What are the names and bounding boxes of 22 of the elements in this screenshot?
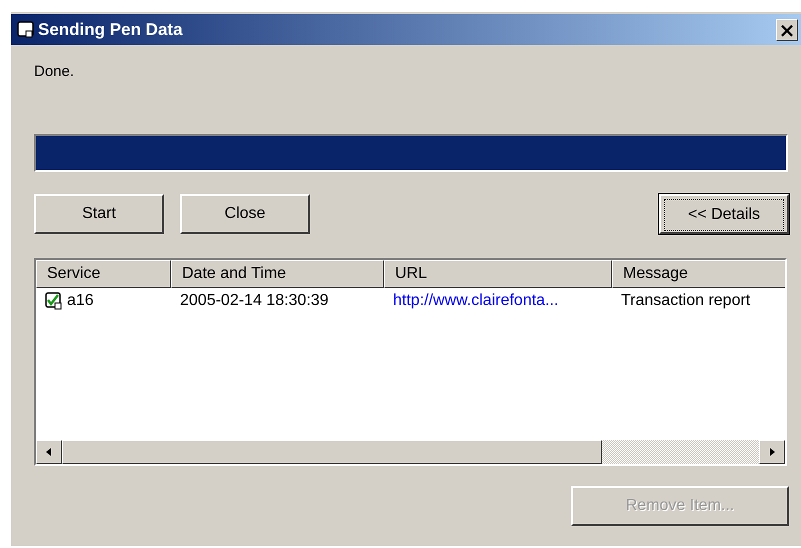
url-link[interactable]: http://www.clairefonta...: [393, 292, 558, 310]
table-cell: Transaction report: [621, 292, 750, 310]
details-button[interactable]: << Details: [659, 194, 789, 234]
scroll-left-button[interactable]: [36, 440, 62, 464]
right-arrow-icon: [768, 447, 776, 457]
window-icon: [17, 20, 35, 38]
table-cell: 2005-02-14 18:30:39: [180, 292, 329, 310]
status-text: Done.: [34, 63, 76, 82]
horizontal-scrollbar[interactable]: [36, 440, 785, 464]
close-button[interactable]: ×: [776, 18, 798, 40]
column-header[interactable]: Service: [36, 260, 171, 288]
window-title: Sending Pen Data: [38, 20, 184, 40]
left-arrow-icon: [45, 447, 53, 457]
scroll-right-button[interactable]: [759, 440, 785, 464]
column-header[interactable]: Date and Time: [171, 260, 384, 288]
column-header[interactable]: Message: [612, 260, 785, 288]
action-button[interactable]: Close: [180, 194, 310, 234]
checkbox[interactable]: [45, 292, 63, 310]
table-cell: a16: [67, 292, 94, 310]
action-button[interactable]: Start: [34, 194, 164, 234]
column-header[interactable]: URL: [384, 260, 612, 288]
scroll-thumb[interactable]: [62, 440, 602, 464]
